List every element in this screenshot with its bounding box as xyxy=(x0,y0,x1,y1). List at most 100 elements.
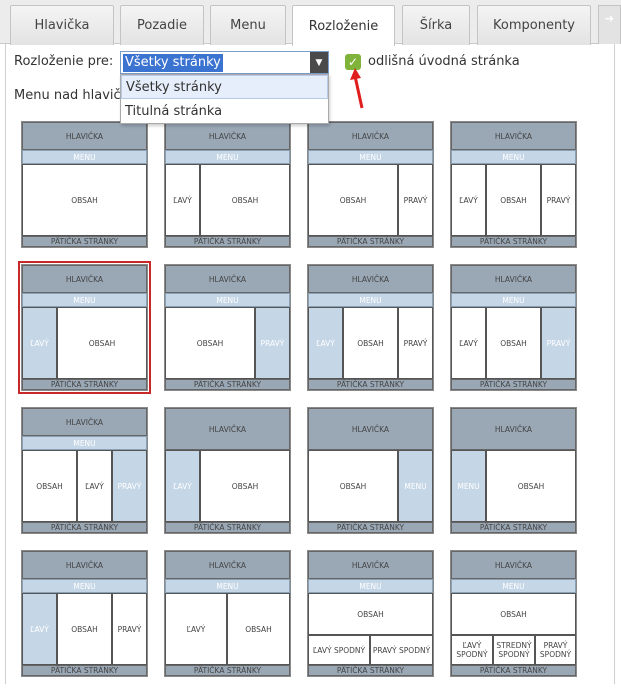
layout-block-content: OBSAH xyxy=(308,593,433,635)
layout-block-left: ĽAVÝ xyxy=(77,450,112,522)
layout-block-content: OBSAH xyxy=(308,450,398,522)
layout-option-h-m-lcR-f[interactable]: HLAVIČKA MENU ĽAVÝ OBSAH PRAVÝ PÄTIČKA STRÁNK… xyxy=(450,264,577,391)
tab-pozadie[interactable]: Pozadie xyxy=(120,5,204,45)
layout-block-content: OBSAH xyxy=(486,307,541,379)
menu-position-label: Menu nad hlavičkou xyxy=(14,88,120,103)
layout-block-header: HLAVIČKA xyxy=(308,265,433,293)
tab-label: Pozadie xyxy=(137,18,187,33)
layout-block-content: OBSAH xyxy=(200,164,290,236)
layout-block-footer: PÄTIČKA STRÁNKY xyxy=(165,522,290,533)
layout-option-h-m-Lcr-f[interactable]: HLAVIČKA MENU ĽAVÝ OBSAH PRAVÝ PÄTIČKA STRÁNK… xyxy=(307,264,434,391)
tab-label: Šírka xyxy=(419,18,453,33)
layout-block-right-bottom: PRAVÝ SPODNÝ xyxy=(370,635,433,665)
layout-block-footer: PÄTIČKA STRÁNKY xyxy=(451,379,576,390)
layout-block-header: HLAVIČKA xyxy=(451,265,576,293)
layout-block-content: OBSAH xyxy=(451,593,576,635)
layout-scope-dropdown: Všetky stránky Titulná stránka xyxy=(120,74,329,124)
layout-block-menu: MENU xyxy=(451,450,486,522)
layout-block-menu: MENU xyxy=(22,579,147,593)
layout-block-header: HLAVIČKA xyxy=(165,408,290,450)
layout-option-h-m-lc-f[interactable]: HLAVIČKA MENU ĽAVÝ OBSAH PÄTIČKA STRÁNKY xyxy=(164,121,291,248)
layout-block-right: PRAVÝ xyxy=(112,593,147,665)
layout-block-menu: MENU xyxy=(22,150,147,164)
layout-block-footer: PÄTIČKA STRÁNKY xyxy=(451,522,576,533)
layout-block-menu: MENU xyxy=(451,150,576,164)
layout-block-header: HLAVIČKA xyxy=(451,408,576,450)
tab-bar: Hlavička Pozadie Menu Rozloženie Šírka K… xyxy=(0,0,621,46)
layout-option-h-m-c-2b-f[interactable]: HLAVIČKA MENU OBSAH ĽAVÝ SPODNÝ PRAVÝ SPODNÝ… xyxy=(307,550,434,677)
layout-option-h-Lc[interactable]: HLAVIČKA ĽAVÝ OBSAH PÄTIČKA STRÁNKY xyxy=(164,407,291,534)
layout-scope-select[interactable]: Všetky stránky ▼ xyxy=(120,51,329,74)
layout-block-right: PRAVÝ xyxy=(255,307,290,379)
layout-block-right-bottom: PRAVÝ SPODNÝ xyxy=(535,635,576,665)
panel-border-right xyxy=(614,44,615,684)
layout-block-left: ĽAVÝ xyxy=(165,593,227,665)
tab-hlavicka[interactable]: Hlavička xyxy=(10,5,114,45)
layout-block-menu: MENU xyxy=(451,293,576,307)
layout-block-right: PRAVÝ xyxy=(541,307,576,379)
tab-sirka[interactable]: Šírka xyxy=(402,5,470,45)
layout-block-right: PRAVÝ xyxy=(541,164,576,236)
layout-block-header: HLAVIČKA xyxy=(22,122,147,150)
layout-block-content: OBSAH xyxy=(486,450,576,522)
layout-block-footer: PÄTIČKA STRÁNKY xyxy=(165,665,290,676)
layout-block-footer: PÄTIČKA STRÁNKY xyxy=(22,379,147,390)
layout-block-left: ĽAVÝ xyxy=(451,164,486,236)
layout-block-footer: PÄTIČKA STRÁNKY xyxy=(22,522,147,533)
tab-label: Menu xyxy=(230,18,266,33)
layout-block-menu: MENU xyxy=(165,150,290,164)
layout-option-h-m-clR-f[interactable]: HLAVIČKA MENU OBSAH ĽAVÝ PRAVÝ PÄTIČKA STRÁNK… xyxy=(21,407,148,534)
layout-block-footer: PÄTIČKA STRÁNKY xyxy=(308,379,433,390)
layout-block-right: PRAVÝ xyxy=(398,164,433,236)
layout-block-menu: MENU xyxy=(398,450,433,522)
layout-block-footer: PÄTIČKA STRÁNKY xyxy=(165,379,290,390)
layout-block-content: OBSAH xyxy=(227,593,290,665)
layout-block-footer: PÄTIČKA STRÁNKY xyxy=(22,665,147,676)
layout-block-left-bottom: ĽAVÝ SPODNÝ xyxy=(451,635,493,665)
layout-block-header: HLAVIČKA xyxy=(165,551,290,579)
layout-block-footer: PÄTIČKA STRÁNKY xyxy=(22,236,147,247)
layout-option-h-m-lcr-f[interactable]: HLAVIČKA MENU ĽAVÝ OBSAH PRAVÝ PÄTIČKA STRÁNK… xyxy=(450,121,577,248)
layout-block-left: ĽAVÝ xyxy=(165,164,200,236)
layout-block-content: OBSAH xyxy=(308,164,398,236)
layout-block-left: ĽAVÝ xyxy=(165,450,200,522)
layout-block-header: HLAVIČKA xyxy=(308,551,433,579)
tab-label: Hlavička xyxy=(34,18,90,33)
layout-option-h-m-cr-f[interactable]: HLAVIČKA MENU OBSAH PRAVÝ PÄTIČKA STRÁNKY xyxy=(307,121,434,248)
layout-option-h-m-c-f[interactable]: HLAVIČKA MENU OBSAH PÄTIČKA STRÁNKY xyxy=(21,121,148,248)
layout-block-menu: MENU xyxy=(308,579,433,593)
dropdown-option-home-page[interactable]: Titulná stránka xyxy=(121,99,328,123)
layout-block-left-bottom: ĽAVÝ SPODNÝ xyxy=(308,635,370,665)
tab-scroll-right-icon[interactable]: ➜ xyxy=(598,5,621,44)
layout-block-header: HLAVIČKA xyxy=(165,122,290,150)
chevron-down-icon[interactable]: ▼ xyxy=(310,52,328,73)
layout-option-h-Mc[interactable]: HLAVIČKA MENU OBSAH PÄTIČKA STRÁNKY xyxy=(450,407,577,534)
layout-option-h-m-lc-f-2[interactable]: HLAVIČKA MENU ĽAVÝ OBSAH PÄTIČKA STRÁNKY xyxy=(164,550,291,677)
tab-rozlozenie[interactable]: Rozloženie xyxy=(292,5,395,46)
layout-block-menu: MENU xyxy=(22,436,147,450)
layout-block-footer: PÄTIČKA STRÁNKY xyxy=(308,665,433,676)
layout-block-menu: MENU xyxy=(308,293,433,307)
layout-block-header: HLAVIČKA xyxy=(308,122,433,150)
layout-block-center-bottom: STREDNÝ SPODNÝ xyxy=(493,635,535,665)
tab-menu[interactable]: Menu xyxy=(210,5,286,45)
dropdown-option-all-pages[interactable]: Všetky stránky xyxy=(121,75,328,99)
tab-komponenty[interactable]: Komponenty xyxy=(477,5,591,45)
layout-option-h-m-Lcr-f-2[interactable]: HLAVIČKA MENU ĽAVÝ OBSAH PRAVÝ PÄTIČKA STRÁNK… xyxy=(21,550,148,677)
layout-block-content: OBSAH xyxy=(200,450,290,522)
layout-for-label: Rozloženie pre: xyxy=(14,54,114,69)
layout-option-h-m-c-3b-f[interactable]: HLAVIČKA MENU OBSAH ĽAVÝ SPODNÝ STREDNÝ SPOD… xyxy=(450,550,577,677)
layout-block-header: HLAVIČKA xyxy=(22,408,147,436)
layout-option-h-cM[interactable]: HLAVIČKA OBSAH MENU PÄTIČKA STRÁNKY xyxy=(307,407,434,534)
layout-block-menu: MENU xyxy=(165,579,290,593)
layout-option-h-m-Lc-f[interactable]: HLAVIČKA MENU ĽAVÝ OBSAH PÄTIČKA STRÁNKY xyxy=(18,261,151,394)
layout-option-h-m-cR-f[interactable]: HLAVIČKA MENU OBSAH PRAVÝ PÄTIČKA STRÁNKY xyxy=(164,264,291,391)
layout-block-header: HLAVIČKA xyxy=(22,551,147,579)
red-arrow-icon xyxy=(350,68,364,109)
layout-block-menu: MENU xyxy=(451,579,576,593)
layout-block-content: OBSAH xyxy=(343,307,398,379)
layout-block-content: OBSAH xyxy=(57,307,147,379)
layout-block-footer: PÄTIČKA STRÁNKY xyxy=(451,665,576,676)
layout-block-left: ĽAVÝ xyxy=(22,593,57,665)
layout-block-right: PRAVÝ xyxy=(398,307,433,379)
